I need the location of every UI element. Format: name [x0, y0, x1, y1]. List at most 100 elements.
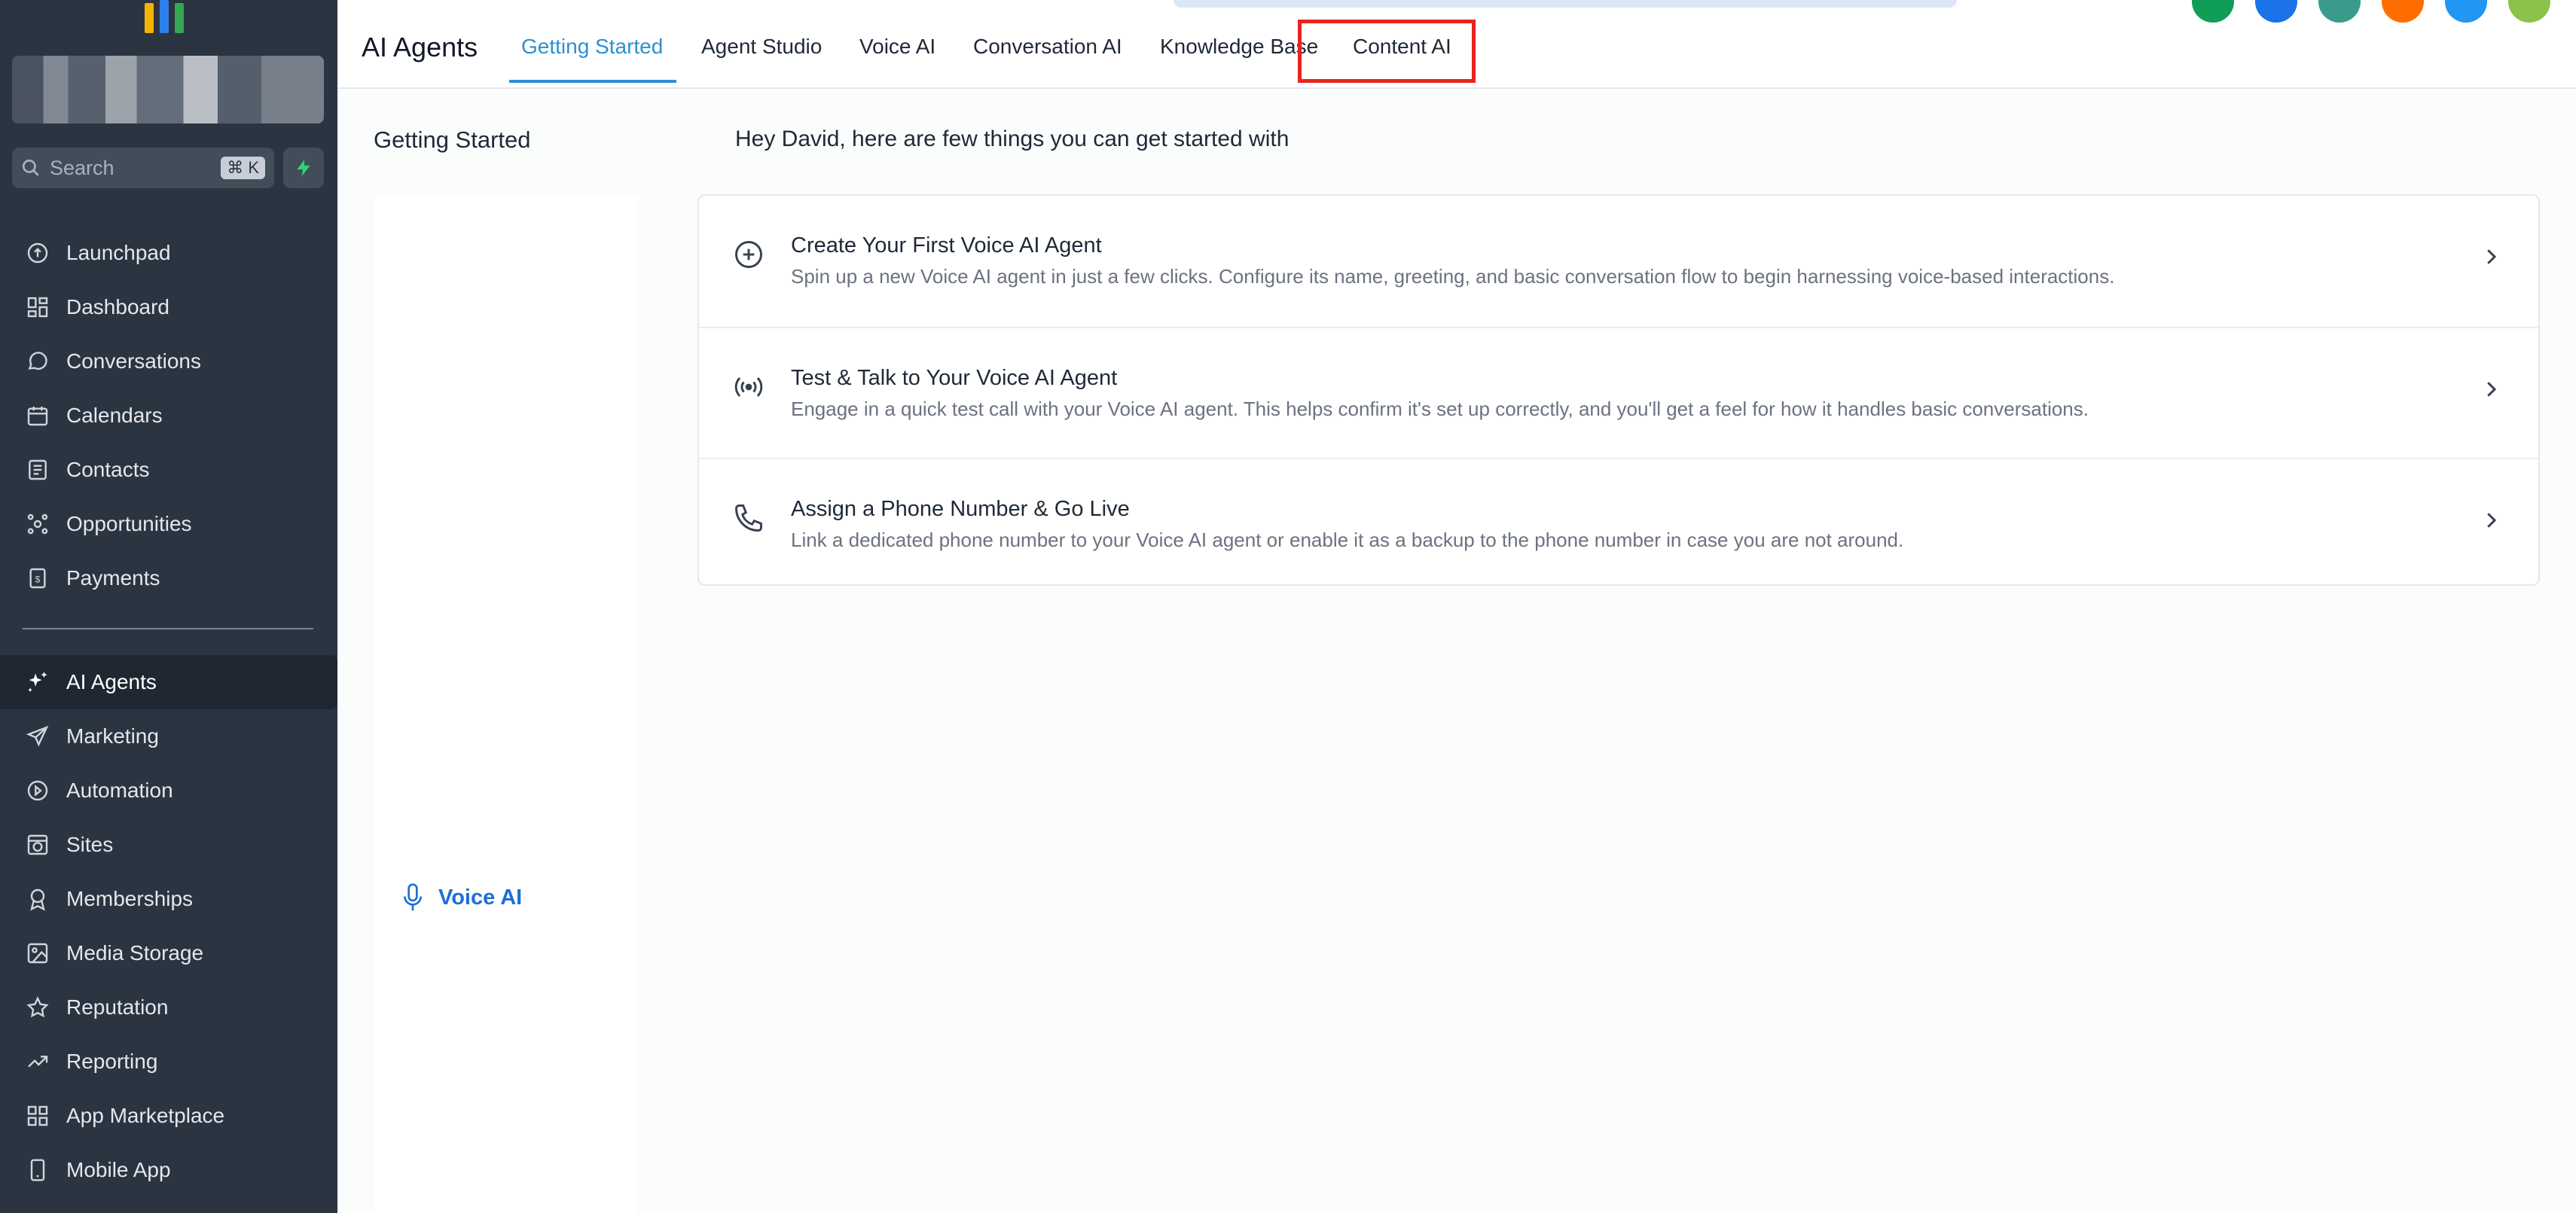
avatar[interactable]: [2382, 0, 2424, 23]
list-item-description: Link a dedicated phone number to your Vo…: [791, 529, 1904, 551]
chevron-right-icon: [2487, 513, 2497, 528]
avatar[interactable]: [2508, 0, 2550, 23]
sidebar-item-label: Automation: [66, 779, 173, 802]
sidebar-item-label: App Marketplace: [66, 1104, 225, 1127]
automation-icon: [23, 776, 53, 806]
chevron-right-icon: [2487, 382, 2497, 397]
sidebar-nav-secondary: AI Agents Marketing Automation Sites Mem…: [0, 655, 337, 1197]
sidebar-item-app-marketplace[interactable]: App Marketplace: [0, 1089, 337, 1143]
sidebar-item-label: Mobile App: [66, 1158, 171, 1181]
sidebar-item-label: Marketing: [66, 724, 159, 748]
tab-highlight-box: [1298, 20, 1476, 83]
dashboard-icon: [23, 292, 53, 322]
broadcast-icon: [734, 377, 763, 397]
bolt-icon: [297, 160, 310, 176]
sidebar-item-label: Memberships: [66, 887, 194, 910]
launchpad-icon: [23, 238, 53, 268]
chevron-right-icon: [2487, 249, 2497, 264]
star-icon: [23, 992, 53, 1023]
grid-icon: [23, 1101, 53, 1131]
sidebar-item-opportunities[interactable]: Opportunities: [0, 497, 337, 551]
microphone-icon: [404, 883, 422, 911]
search-shortcut: ⌘ K: [221, 157, 265, 179]
award-icon: [23, 884, 53, 914]
sidebar-item-reporting[interactable]: Reporting: [0, 1035, 337, 1089]
tab-knowledge-base[interactable]: Knowledge Base: [1160, 35, 1318, 59]
sidebar: Search ⌘ K Launchpad Dashboard Conversat…: [0, 0, 337, 1213]
phone-icon: [735, 504, 762, 532]
sidebar-item-label: Payments: [66, 566, 160, 590]
plus-circle-icon: [735, 241, 762, 268]
sidebar-item-memberships[interactable]: Memberships: [0, 872, 337, 926]
avatar[interactable]: [2192, 0, 2234, 23]
sidebar-item-sites[interactable]: Sites: [0, 818, 337, 872]
sidebar-item-ai-agents[interactable]: AI Agents: [0, 655, 337, 709]
side-link-voice-ai[interactable]: Voice AI: [401, 882, 522, 913]
avatar[interactable]: [2318, 0, 2361, 23]
sidebar-item-label: Sites: [66, 833, 114, 856]
list-item-description: Spin up a new Voice AI agent in just a f…: [791, 265, 2115, 288]
calendar-icon: [23, 401, 53, 431]
sidebar-item-reputation[interactable]: Reputation: [0, 980, 337, 1035]
active-tab-indicator: [509, 80, 676, 83]
phone-device-icon: [23, 1155, 53, 1185]
sidebar-item-label: Launchpad: [66, 241, 171, 264]
list-item-test-agent[interactable]: Test & Talk to Your Voice AI Agent Engag…: [699, 327, 2538, 458]
svg-text:$: $: [35, 574, 41, 584]
sidebar-nav-primary: Launchpad Dashboard Conversations Calend…: [0, 226, 337, 605]
sidebar-item-dashboard[interactable]: Dashboard: [0, 280, 337, 334]
sidebar-item-contacts[interactable]: Contacts: [0, 443, 337, 497]
tab-getting-started[interactable]: Getting Started: [521, 35, 663, 59]
tab-voice-ai[interactable]: Voice AI: [859, 35, 935, 59]
image-icon: [23, 938, 53, 968]
list-item-description: Engage in a quick test call with your Vo…: [791, 398, 2089, 420]
sidebar-item-conversations[interactable]: Conversations: [0, 334, 337, 389]
left-panel: [374, 196, 637, 1213]
sidebar-item-label: Media Storage: [66, 941, 204, 965]
sparkle-icon: [23, 667, 53, 697]
search-placeholder: Search: [50, 156, 114, 179]
sidebar-item-label: AI Agents: [66, 670, 157, 693]
sidebar-divider: [23, 628, 313, 629]
sidebar-item-label: Dashboard: [66, 295, 169, 318]
list-item-title: Test & Talk to Your Voice AI Agent: [791, 366, 1118, 390]
opportunities-icon: [23, 509, 53, 539]
top-banner-slot: [1174, 0, 1957, 8]
getting-started-card: Create Your First Voice AI Agent Spin up…: [697, 194, 2540, 586]
tab-conversation-ai[interactable]: Conversation AI: [973, 35, 1122, 59]
sidebar-item-payments[interactable]: $ Payments: [0, 551, 337, 605]
avatar[interactable]: [2445, 0, 2487, 23]
top-bar: AI Agents Getting Started Agent Studio V…: [337, 0, 2576, 89]
greeting-text: Hey David, here are few things you can g…: [735, 126, 1290, 151]
sidebar-item-marketing[interactable]: Marketing: [0, 709, 337, 763]
contacts-icon: [23, 455, 53, 485]
search-icon: [22, 159, 39, 176]
sidebar-item-mobile-app[interactable]: Mobile App: [0, 1143, 337, 1197]
page-title: AI Agents: [362, 32, 478, 62]
sidebar-item-media-storage[interactable]: Media Storage: [0, 926, 337, 980]
chat-bubble-icon: [23, 346, 53, 376]
account-switcher[interactable]: [12, 56, 324, 123]
sidebar-item-calendars[interactable]: Calendars: [0, 389, 337, 443]
payments-icon: $: [23, 563, 53, 593]
list-item-assign-number[interactable]: Assign a Phone Number & Go Live Link a d…: [699, 458, 2538, 589]
section-heading: Getting Started: [374, 126, 531, 153]
avatar[interactable]: [2255, 0, 2297, 23]
quick-action-button[interactable]: [283, 148, 324, 188]
trend-icon: [23, 1047, 53, 1077]
globe-icon: [23, 830, 53, 860]
sidebar-item-label: Reputation: [66, 995, 169, 1019]
sidebar-item-automation[interactable]: Automation: [0, 763, 337, 818]
sidebar-item-label: Conversations: [66, 349, 201, 373]
list-item-title: Assign a Phone Number & Go Live: [791, 497, 1130, 521]
tab-agent-studio[interactable]: Agent Studio: [701, 35, 822, 59]
sidebar-item-label: Reporting: [66, 1050, 158, 1073]
sidebar-item-label: Opportunities: [66, 512, 192, 535]
list-item-create-agent[interactable]: Create Your First Voice AI Agent Spin up…: [699, 196, 2538, 327]
list-item-title: Create Your First Voice AI Agent: [791, 233, 1102, 258]
sidebar-item-launchpad[interactable]: Launchpad: [0, 226, 337, 280]
app-logo[interactable]: [145, 0, 193, 33]
sidebar-item-label: Contacts: [66, 458, 150, 481]
send-icon: [23, 721, 53, 751]
search-input[interactable]: Search ⌘ K: [12, 148, 274, 188]
